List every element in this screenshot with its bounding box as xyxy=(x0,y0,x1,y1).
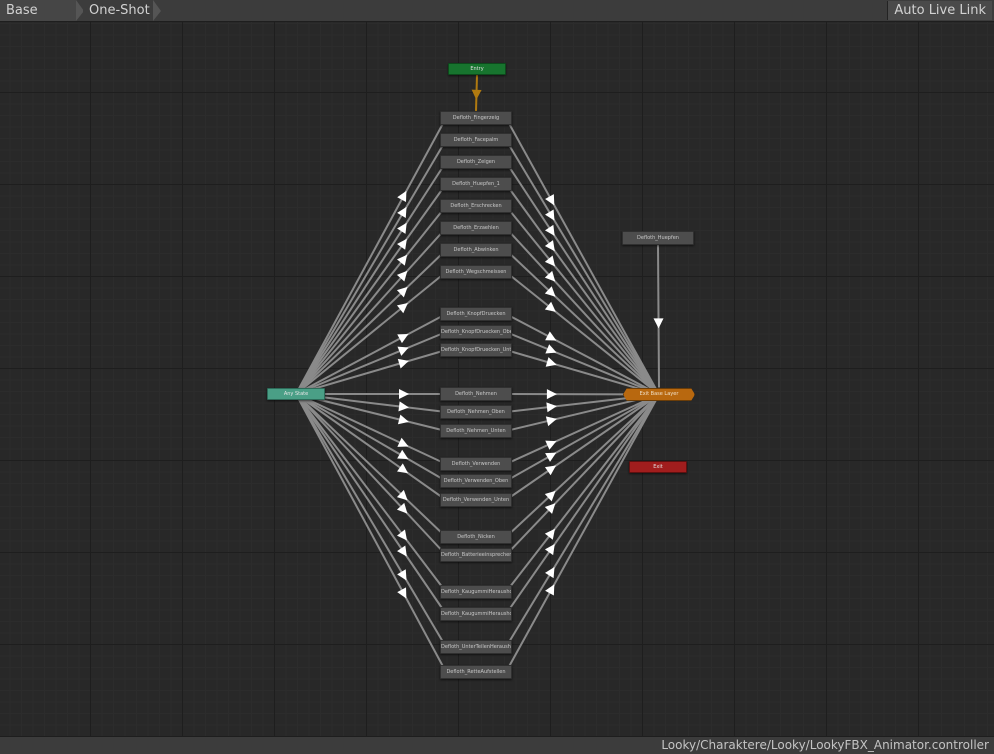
transition-line[interactable] xyxy=(505,393,660,615)
transition-arrow-icon xyxy=(397,414,409,425)
state-nehmen-oben[interactable]: Defloth_Nehmen_Oben xyxy=(440,405,512,419)
transition-line[interactable] xyxy=(295,393,447,556)
any-state-node[interactable]: Any State xyxy=(267,388,325,400)
transition-arrow-icon xyxy=(546,389,557,400)
transition-arrow-icon xyxy=(544,465,557,476)
state-rettenaufstellen[interactable]: Defloth_RetteAufstellen xyxy=(440,665,512,679)
transition-arrow-icon xyxy=(544,240,555,252)
transition-line[interactable] xyxy=(505,393,660,465)
state-erzaehlen[interactable]: Defloth_Erzaehlen xyxy=(440,221,512,235)
state-huepfen-1[interactable]: Defloth_Huepfen_1 xyxy=(440,177,512,191)
transition-line[interactable] xyxy=(295,227,447,395)
transition-line[interactable] xyxy=(295,393,447,465)
state-verwenden[interactable]: Defloth_Verwenden xyxy=(440,457,512,471)
transition-layer xyxy=(295,74,664,673)
transition-arrow-icon xyxy=(544,528,555,540)
state-fingerzeig[interactable]: Defloth_Fingerzeig xyxy=(440,111,512,125)
auto-live-link-button[interactable]: Auto Live Link xyxy=(887,1,992,20)
breadcrumb-one-shot[interactable]: One-Shot xyxy=(83,0,161,21)
transition-arrow-icon xyxy=(397,222,407,234)
transition-line[interactable] xyxy=(505,161,660,396)
transition-line[interactable] xyxy=(505,393,660,648)
state-verwenden-oben[interactable]: Defloth_Verwenden_Oben xyxy=(440,474,512,488)
state-unterteilherausholen[interactable]: Defloth_UnterTeilenHerausholen xyxy=(440,640,512,654)
state-nehmen[interactable]: Defloth_Nehmen xyxy=(440,387,512,401)
state-kaugummiherausholen[interactable]: Defloth_KaugummiHerausholen xyxy=(440,585,512,599)
transition-line[interactable] xyxy=(295,393,447,673)
state-knopfdruecken-oben[interactable]: Defloth_KnopfDruecken_Oben xyxy=(440,325,512,339)
transition-arrow-icon xyxy=(397,463,409,474)
state-nehmen-unten[interactable]: Defloth_Nehmen_Unten xyxy=(440,424,512,438)
exit-base-layer-node[interactable]: Exit Base Layer xyxy=(623,388,695,401)
transition-line[interactable] xyxy=(295,161,447,395)
exit-node[interactable]: Exit xyxy=(629,461,687,473)
transition-arrow-icon xyxy=(396,529,408,541)
transition-arrow-icon xyxy=(545,357,557,367)
transition-arrow-icon xyxy=(545,416,557,427)
transition-line[interactable] xyxy=(505,393,660,593)
transition-line[interactable] xyxy=(295,205,447,395)
transition-line[interactable] xyxy=(657,244,660,388)
transition-line[interactable] xyxy=(295,393,447,593)
state-facepalm[interactable]: Defloth_Facepalm xyxy=(440,133,512,147)
state-huepfen[interactable]: Defloth_Huepfen xyxy=(622,231,694,245)
state-knopfdruecken-unten[interactable]: Defloth_KnopfDruecken_Unten xyxy=(440,343,512,357)
chevron-right-icon xyxy=(153,0,161,21)
state-batterieeinsprechen[interactable]: Defloth_Batterieeinsprechen xyxy=(440,548,512,562)
state-verwenden-unten[interactable]: Defloth_Verwenden_Unten xyxy=(440,493,512,507)
transition-line[interactable] xyxy=(295,393,447,648)
state-erschrecken[interactable]: Defloth_Erschrecken xyxy=(440,199,512,213)
entry-arrow-icon xyxy=(471,89,482,100)
state-zeigen[interactable]: Defloth_Zeigen xyxy=(440,155,512,169)
transition-arrow-icon xyxy=(544,544,555,556)
transition-arrow-icon xyxy=(397,238,407,250)
toolbar: Base Layer One-Shot Auto Live Link xyxy=(0,0,994,39)
breadcrumb-base-layer[interactable]: Base Layer xyxy=(0,0,84,39)
entry-node[interactable]: Entry xyxy=(448,63,506,75)
state-knopfdruecken[interactable]: Defloth_KnopfDruecken xyxy=(440,307,512,321)
state-abwinken[interactable]: Defloth_Abwinken xyxy=(440,243,512,257)
transition-line[interactable] xyxy=(505,227,660,396)
transition-arrow-icon xyxy=(397,545,407,557)
breadcrumb-label: One-Shot xyxy=(89,3,150,18)
animator-graph[interactable]: Entry Any State Exit Exit Base Layer Def… xyxy=(0,22,994,736)
transition-line[interactable] xyxy=(505,393,660,556)
transition-arrow-icon xyxy=(399,389,409,399)
transition-line[interactable] xyxy=(295,117,447,395)
transition-line[interactable] xyxy=(505,394,660,673)
state-nicken[interactable]: Defloth_Nicken xyxy=(440,530,512,544)
transition-line[interactable] xyxy=(505,117,660,395)
transition-line[interactable] xyxy=(295,393,447,615)
state-kaugummiherausholen-oben[interactable]: Defloth_KaugummiHerausholen_O xyxy=(440,607,512,621)
controller-path: Looky/Charaktere/Looky/LookyFBX_Animator… xyxy=(661,738,989,752)
transition-arrow-icon xyxy=(544,224,555,236)
state-wegschmeissen[interactable]: Defloth_Wegschmeissen xyxy=(440,265,512,279)
transition-line[interactable] xyxy=(295,393,447,538)
transition-arrow-icon xyxy=(653,318,664,329)
status-bar: Looky/Charaktere/Looky/LookyFBX_Animator… xyxy=(0,736,994,754)
